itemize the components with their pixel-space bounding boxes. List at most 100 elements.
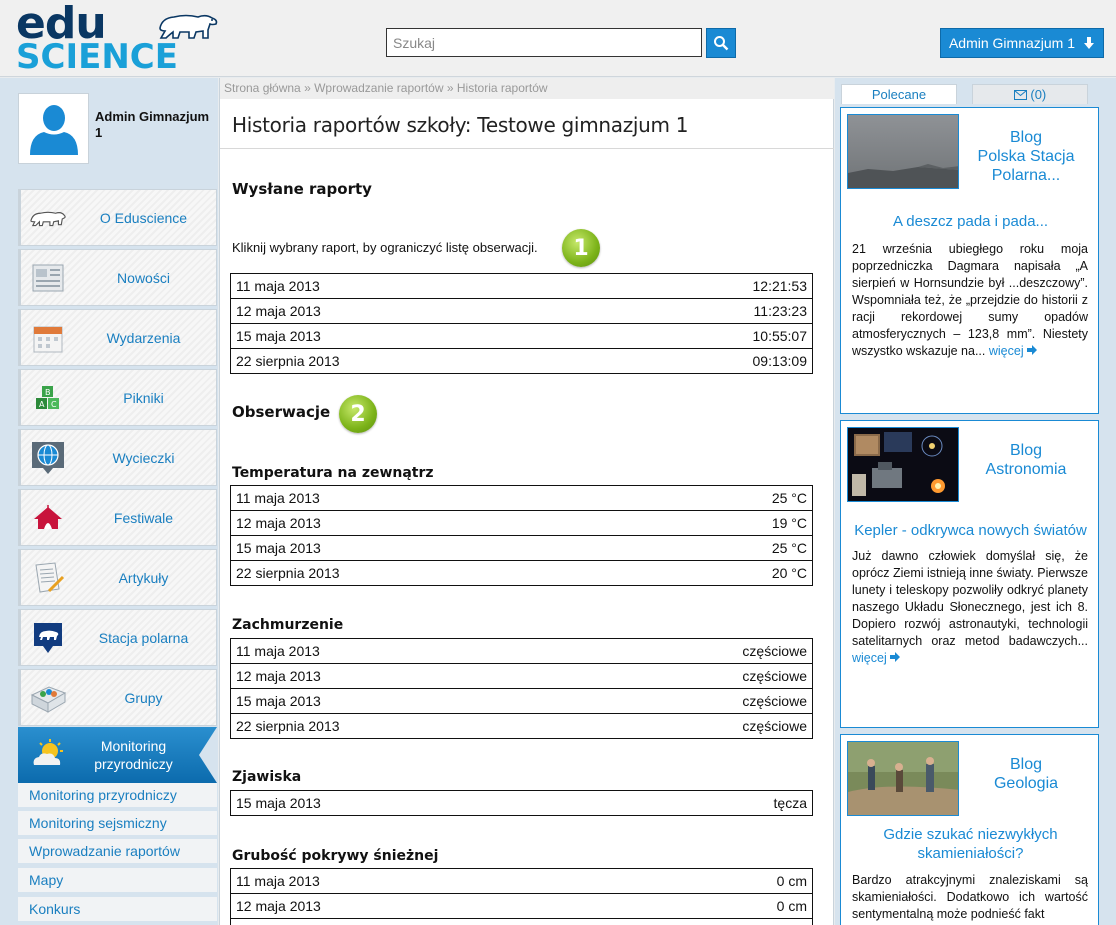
breadcrumb-current: Historia raportów [456, 81, 548, 95]
blog-title: Geologia [993, 775, 1059, 792]
subnav-wprowadzanie-raportow[interactable]: Wprowadzanie raportów [18, 839, 217, 863]
sidebar-item-label: Monitoring przyrodniczy [94, 738, 173, 772]
step-badge-2: 2 [339, 395, 377, 433]
group-heading-phenomena: Zjawiska [232, 769, 302, 785]
subnav-monitoring-sejsmiczny[interactable]: Monitoring sejsmiczny [18, 811, 217, 835]
breadcrumb-link-home[interactable]: Strona główna [224, 81, 301, 95]
search-input[interactable] [386, 28, 702, 57]
obs-value: częściowe [581, 713, 813, 739]
user-silhouette-icon [29, 104, 78, 155]
observations-table-temperature: 11 maja 2013 25 °C 12 maja 2013 19 °C 15 m… [230, 485, 813, 586]
sidebar-item-artykuly[interactable]: Artykuły [18, 549, 217, 606]
left-sidebar: Admin Gimnazjum 1 O Eduscience Nowości W… [0, 78, 218, 925]
group-heading-cloudiness: Zachmurzenie [232, 617, 344, 633]
blog-label: Blog [1009, 442, 1043, 459]
globe-icon [29, 440, 67, 476]
report-time: 09:13:09 [601, 348, 813, 374]
tab-recommended[interactable]: Polecane [841, 84, 957, 104]
main-content: Strona główna » Wprowadzanie raportów » … [219, 78, 834, 925]
table-row: 12 maja 2013 częściowe [230, 663, 813, 689]
post-excerpt-text: Już dawno człowiek domyślał się, że opró… [852, 549, 1088, 648]
sidebar-item-monitoring-przyrodniczy[interactable]: Monitoring przyrodniczy [18, 727, 217, 783]
sidebar-item-label: Grupy [124, 689, 163, 706]
sidebar-item-nowosci[interactable]: Nowości [18, 249, 217, 306]
sidebar-item-grupy[interactable]: Grupy [18, 669, 217, 726]
obs-date: 12 maja 2013 [230, 663, 582, 689]
report-date: 15 maja 2013 [230, 323, 602, 349]
post-title[interactable]: A deszcz pada i pada... [849, 212, 1092, 231]
blog-thumbnail-astronomy[interactable] [847, 427, 959, 502]
obs-value: 0 cm [637, 893, 813, 919]
user-profile: Admin Gimnazjum 1 [18, 93, 216, 164]
obs-date: 11 maja 2013 [230, 868, 638, 894]
obs-date: 22 sierpnia 2013 [230, 560, 647, 586]
sidebar-item-pikniki[interactable]: ACB Pikniki [18, 369, 217, 426]
polar-station-icon [29, 620, 67, 656]
table-row: 22 sierpnia 2013 20 °C [230, 560, 813, 586]
sidebar-item-stacja-polarna[interactable]: Stacja polarna [18, 609, 217, 666]
search-button[interactable] [706, 28, 736, 58]
observations-table-snow-depth: 11 maja 2013 0 cm 12 maja 2013 0 cm [230, 868, 813, 925]
profile-name: Admin Gimnazjum 1 [95, 109, 210, 140]
observations-table-phenomena: 15 maja 2013 tęcza [230, 790, 813, 816]
download-arrow-icon [1084, 37, 1095, 49]
subnav-monitoring-przyrodniczy[interactable]: Monitoring przyrodniczy [18, 783, 217, 807]
breadcrumb-link-reports[interactable]: Wprowadzanie raportów [314, 81, 443, 95]
avatar[interactable] [18, 93, 89, 164]
obs-date: 15 maja 2013 [230, 790, 629, 816]
post-title[interactable]: Gdzie szukać niezwykłych skamieniałości? [849, 825, 1092, 863]
search-icon [714, 36, 729, 51]
report-row[interactable]: 12 maja 2013 11:23:23 [230, 298, 813, 324]
obs-value: tęcza [628, 790, 813, 816]
report-time: 11:23:23 [601, 298, 813, 324]
observations-table-cloudiness: 11 maja 2013 częściowe 12 maja 2013 części… [230, 638, 813, 739]
sidebar-item-wycieczki[interactable]: Wycieczki [18, 429, 217, 486]
groups-icon [29, 680, 67, 716]
blog-name[interactable]: Blog Geologia [966, 755, 1086, 793]
arrow-right-icon [1027, 345, 1038, 355]
tab-messages[interactable]: (0) [972, 84, 1088, 104]
report-row[interactable]: 15 maja 2013 10:55:07 [230, 323, 813, 349]
post-title[interactable]: Kepler - odkrywca nowych światów [849, 521, 1092, 540]
read-more-link[interactable]: więcej [989, 344, 1038, 358]
blog-name[interactable]: Blog Astronomia [966, 441, 1086, 479]
obs-date: 22 sierpnia 2013 [230, 713, 582, 739]
sidebar-item-label: Festiwale [113, 509, 174, 526]
obs-value: 20 °C [646, 560, 813, 586]
blog-card-geology: Blog Geologia Gdzie szukać niezwykłych s… [840, 734, 1099, 925]
read-more-link[interactable]: więcej [852, 651, 901, 665]
blog-name[interactable]: Blog Polska Stacja Polarna... [966, 128, 1086, 185]
sidebar-item-label: Wydarzenia [106, 329, 181, 346]
table-row [230, 918, 813, 925]
sidebar-item-o-eduscience[interactable]: O Eduscience [18, 189, 217, 246]
sidebar-item-label: Nowości [117, 269, 170, 286]
user-menu-button[interactable]: Admin Gimnazjum 1 [940, 28, 1104, 58]
active-item-notch [199, 727, 217, 783]
blog-thumbnail-geology[interactable] [847, 741, 959, 816]
table-row: 11 maja 2013 częściowe [230, 638, 813, 664]
subnav-konkurs[interactable]: Konkurs [18, 897, 217, 921]
calendar-icon [29, 320, 67, 356]
sidebar-item-wydarzenia[interactable]: Wydarzenia [18, 309, 217, 366]
table-row: 15 maja 2013 tęcza [230, 790, 813, 816]
blog-label: Blog [1009, 129, 1043, 146]
blog-title: Astronomia [985, 461, 1067, 478]
report-date: 11 maja 2013 [230, 273, 602, 299]
obs-date: 15 maja 2013 [230, 688, 582, 714]
reports-table: 11 maja 2013 12:21:53 12 maja 2013 11:23:2… [230, 273, 813, 374]
breadcrumb: Strona główna » Wprowadzanie raportów » … [220, 78, 834, 99]
table-row: 11 maja 2013 25 °C [230, 485, 813, 511]
blog-thumbnail-polar[interactable] [847, 114, 959, 189]
post-excerpt-text: 21 września ubiegłego roku moja poprzedn… [852, 242, 1088, 358]
sidebar-item-festiwale[interactable]: Festiwale [18, 489, 217, 546]
subnav-mapy[interactable]: Mapy [18, 868, 217, 892]
report-row[interactable]: 22 sierpnia 2013 09:13:09 [230, 348, 813, 374]
observations-heading: Obserwacje [232, 403, 331, 421]
table-row: 15 maja 2013 częściowe [230, 688, 813, 714]
report-row[interactable]: 11 maja 2013 12:21:53 [230, 273, 813, 299]
user-menu-label: Admin Gimnazjum 1 [948, 35, 1076, 51]
arrow-right-icon [890, 652, 901, 662]
eduscience-logo[interactable]: edu SCIENCE [16, 2, 221, 74]
right-sidebar: Polecane (0) Blog Polska Stacja Polarna.… [835, 78, 1116, 925]
post-excerpt: Już dawno człowiek domyślał się, że opró… [852, 548, 1088, 667]
